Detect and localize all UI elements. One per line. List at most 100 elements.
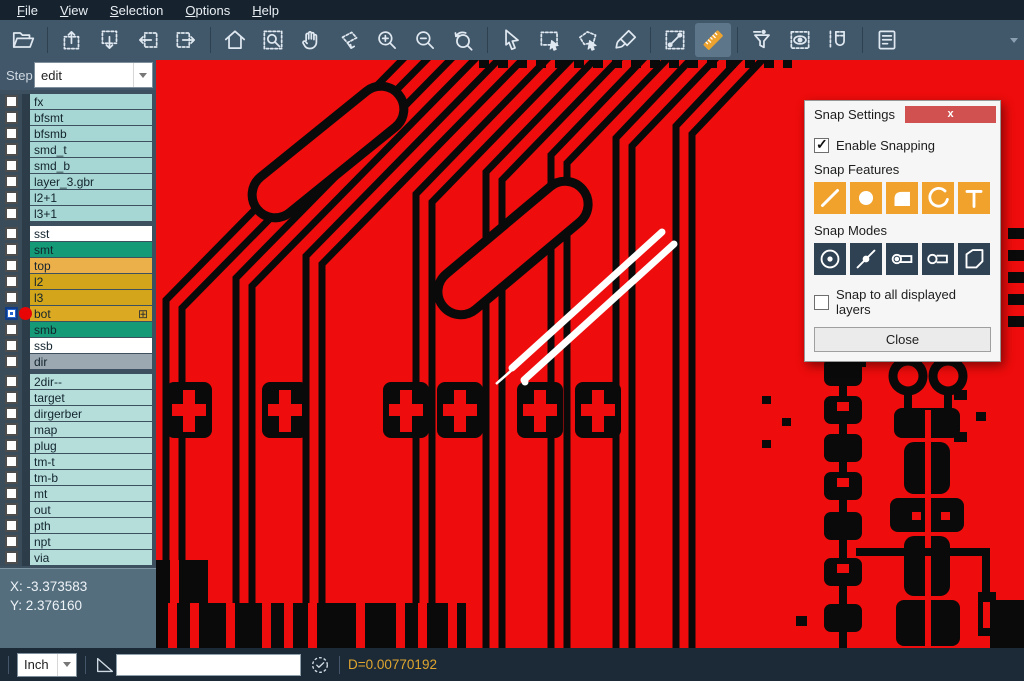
layer-visibility-checkbox[interactable] — [5, 407, 18, 420]
layer-visibility-checkbox[interactable] — [5, 323, 18, 336]
layer-row-pth[interactable]: pth — [0, 518, 156, 533]
layer-visibility-checkbox[interactable] — [5, 127, 18, 140]
layer-row-fx[interactable]: fx — [0, 94, 156, 109]
measure-line-button[interactable] — [657, 23, 693, 57]
layer-name-cell[interactable]: tm-b — [30, 470, 152, 485]
snap-mode-contour-button[interactable] — [958, 243, 990, 275]
layer-name-cell[interactable]: smd_t — [30, 142, 152, 157]
layer-row-top[interactable]: top — [0, 258, 156, 273]
layer-name-cell[interactable]: target — [30, 390, 152, 405]
layer-visibility-checkbox[interactable] — [5, 259, 18, 272]
layer-visibility-checkbox[interactable] — [5, 95, 18, 108]
angle-tool-icon[interactable] — [94, 654, 116, 676]
pan-down-button[interactable] — [92, 23, 128, 57]
layer-visibility-checkbox[interactable] — [5, 471, 18, 484]
snap-mode-midpoint-button[interactable] — [850, 243, 882, 275]
layer-name-cell[interactable]: ssb — [30, 338, 152, 353]
layer-visibility-checkbox[interactable] — [5, 455, 18, 468]
layer-name-cell[interactable]: fx — [30, 94, 152, 109]
layer-row-l3+1[interactable]: l3+1 — [0, 206, 156, 221]
menu-file[interactable]: File — [6, 0, 49, 20]
layer-name-cell[interactable]: smb — [30, 322, 152, 337]
home-view-button[interactable] — [217, 23, 253, 57]
toolbar-overflow-icon[interactable] — [1010, 38, 1018, 43]
layer-name-cell[interactable]: l3 — [30, 290, 152, 305]
layer-name-cell[interactable]: bfsmt — [30, 110, 152, 125]
snap-all-layers-checkbox[interactable] — [814, 295, 829, 310]
layer-row-l2+1[interactable]: l2+1 — [0, 190, 156, 205]
snap-mode-pad-entry-button[interactable] — [922, 243, 954, 275]
layer-row-smb[interactable]: smb — [0, 322, 156, 337]
pan-right-button[interactable] — [168, 23, 204, 57]
layer-grid-icon[interactable]: ⊞ — [138, 308, 148, 320]
select-polygon-button[interactable] — [570, 23, 606, 57]
layer-name-cell[interactable]: out — [30, 502, 152, 517]
layer-visibility-checkbox[interactable] — [5, 191, 18, 204]
layer-name-cell[interactable]: mt — [30, 486, 152, 501]
layer-name-cell[interactable]: smd_b — [30, 158, 152, 173]
layer-row-tm-b[interactable]: tm-b — [0, 470, 156, 485]
layer-row-plug[interactable]: plug — [0, 438, 156, 453]
snap-feature-line-button[interactable] — [814, 182, 846, 214]
menu-options[interactable]: Options — [174, 0, 241, 20]
report-list-button[interactable] — [869, 23, 905, 57]
step-select[interactable]: edit — [34, 62, 153, 88]
layer-visibility-checkbox[interactable] — [5, 243, 18, 256]
layer-name-cell[interactable]: npt — [30, 534, 152, 549]
layer-visibility-checkbox[interactable] — [5, 175, 18, 188]
open-file-button[interactable] — [5, 23, 41, 57]
layer-name-cell[interactable]: l2 — [30, 274, 152, 289]
layer-name-cell[interactable]: plug — [30, 438, 152, 453]
filter-button[interactable] — [744, 23, 780, 57]
layer-name-cell[interactable]: bfsmb — [30, 126, 152, 141]
command-input[interactable] — [116, 654, 301, 676]
zoom-in-button[interactable] — [369, 23, 405, 57]
zoom-out-button[interactable] — [407, 23, 443, 57]
layer-row-mt[interactable]: mt — [0, 486, 156, 501]
pan-dynamic-button[interactable] — [331, 23, 367, 57]
snap-mode-slot-button[interactable] — [886, 243, 918, 275]
layer-name-cell[interactable]: pth — [30, 518, 152, 533]
layer-visibility-checkbox[interactable] — [5, 503, 18, 516]
pan-up-button[interactable] — [54, 23, 90, 57]
menu-view[interactable]: View — [49, 0, 99, 20]
menu-help[interactable]: Help — [241, 0, 290, 20]
unit-select[interactable]: Inch — [17, 653, 77, 677]
layer-visibility-checkbox[interactable] — [5, 423, 18, 436]
layer-visibility-checkbox[interactable] — [5, 487, 18, 500]
clear-selection-brush-button[interactable] — [608, 23, 644, 57]
layer-name-cell[interactable]: sst — [30, 226, 152, 241]
layer-row-map[interactable]: map — [0, 422, 156, 437]
snap-feature-surface-button[interactable] — [886, 182, 918, 214]
layer-name-cell[interactable]: l2+1 — [30, 190, 152, 205]
layer-visibility-checkbox[interactable] — [5, 355, 18, 368]
layer-visibility-checkbox[interactable] — [5, 519, 18, 532]
layer-row-dir[interactable]: dir — [0, 354, 156, 369]
layer-visibility-checkbox[interactable] — [5, 535, 18, 548]
layer-row-npt[interactable]: npt — [0, 534, 156, 549]
layer-row-smd_t[interactable]: smd_t — [0, 142, 156, 157]
dialog-titlebar[interactable]: Snap Settings x — [805, 101, 1000, 127]
snap-feature-pad-button[interactable] — [850, 182, 882, 214]
layer-visibility-checkbox[interactable] — [5, 551, 18, 564]
dialog-close-icon[interactable]: x — [905, 106, 996, 123]
layer-name-cell[interactable]: top — [30, 258, 152, 273]
measure-ruler-button[interactable] — [695, 23, 731, 57]
layer-visibility-checkbox[interactable] — [5, 307, 18, 320]
apply-check-icon[interactable] — [309, 654, 331, 676]
layer-row-ssb[interactable]: ssb — [0, 338, 156, 353]
pan-left-button[interactable] — [130, 23, 166, 57]
layer-name-cell[interactable]: dirgerber — [30, 406, 152, 421]
layer-row-target[interactable]: target — [0, 390, 156, 405]
select-rectangle-button[interactable] — [532, 23, 568, 57]
enable-snapping-checkbox[interactable] — [814, 138, 829, 153]
layer-row-sst[interactable]: sst — [0, 226, 156, 241]
snap-magnet-button[interactable] — [820, 23, 856, 57]
layer-row-tm-t[interactable]: tm-t — [0, 454, 156, 469]
layer-name-cell[interactable]: tm-t — [30, 454, 152, 469]
layer-row-out[interactable]: out — [0, 502, 156, 517]
layer-row-l2[interactable]: l2 — [0, 274, 156, 289]
layer-name-cell[interactable]: smt — [30, 242, 152, 257]
layer-visibility-checkbox[interactable] — [5, 159, 18, 172]
layer-visibility-checkbox[interactable] — [5, 143, 18, 156]
